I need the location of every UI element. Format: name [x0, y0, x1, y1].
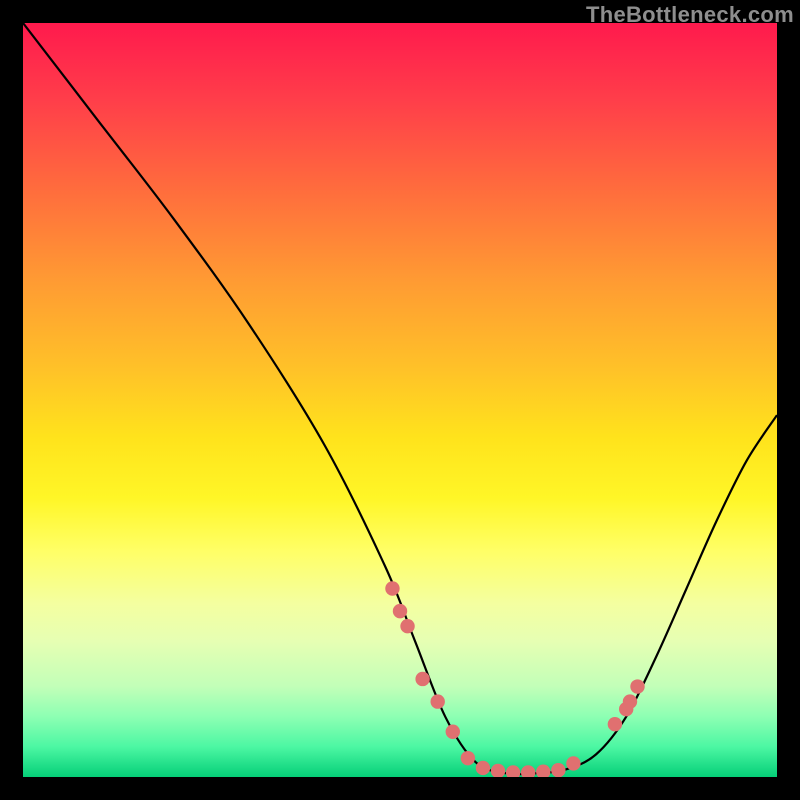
highlight-marker: [623, 694, 637, 708]
highlight-marker: [446, 725, 460, 739]
chart-stage: TheBottleneck.com: [0, 0, 800, 800]
highlight-marker: [536, 765, 550, 777]
bottleneck-curve-svg: [23, 23, 777, 777]
plot-area: [23, 23, 777, 777]
highlight-marker: [506, 765, 520, 777]
line-series: [23, 23, 777, 774]
highlight-marker: [608, 717, 622, 731]
highlight-marker: [393, 604, 407, 618]
highlight-marker: [476, 761, 490, 775]
bottleneck-curve-path: [23, 23, 777, 774]
highlight-marker: [521, 765, 535, 777]
highlight-marker: [431, 694, 445, 708]
highlight-marker: [415, 672, 429, 686]
highlight-marker: [385, 581, 399, 595]
attribution-label: TheBottleneck.com: [586, 2, 794, 28]
highlight-marker: [400, 619, 414, 633]
highlight-marker: [491, 764, 505, 777]
highlight-marker: [566, 756, 580, 770]
highlight-marker: [630, 679, 644, 693]
marker-series: [385, 581, 644, 777]
highlight-marker: [461, 751, 475, 765]
highlight-marker: [551, 763, 565, 777]
